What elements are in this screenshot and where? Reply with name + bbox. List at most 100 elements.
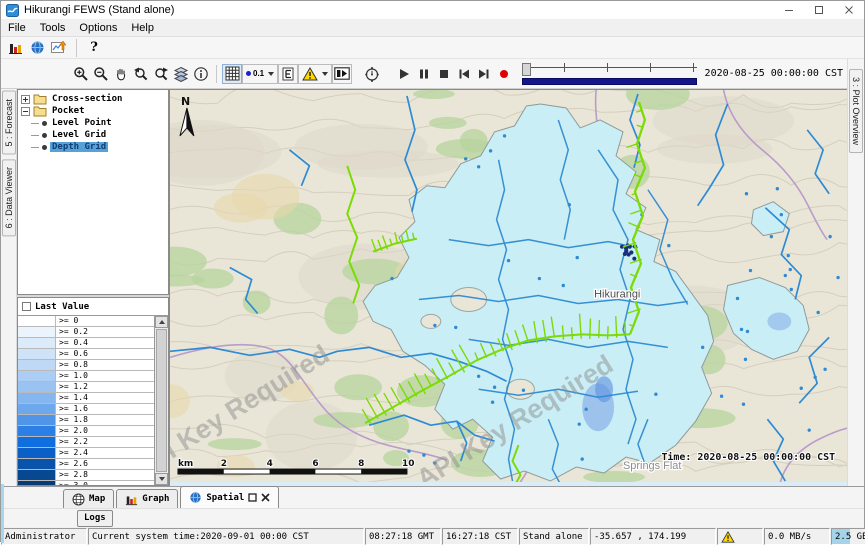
logs-button[interactable]: Logs	[77, 510, 113, 527]
help-icon[interactable]: ?	[84, 38, 104, 58]
legend-label: >= 2.6	[56, 459, 154, 469]
legend-swatch	[18, 426, 56, 436]
status-memory: 2.5 GB	[831, 528, 865, 545]
interval-value: 0.1	[253, 69, 264, 78]
close-tab-icon[interactable]	[261, 493, 270, 502]
scroll-up-button[interactable]	[155, 316, 168, 328]
legend-row: >= 0.2	[18, 327, 154, 338]
wireframe-globe-icon	[72, 493, 85, 506]
legend-row: >= 1.8	[18, 415, 154, 426]
zoom-previous-icon[interactable]	[131, 64, 151, 84]
pan-icon[interactable]	[111, 64, 131, 84]
grid-icon[interactable]	[222, 64, 242, 84]
window-edge-accent	[1, 484, 4, 543]
app-icon	[6, 4, 19, 17]
maximize-button[interactable]	[804, 1, 834, 19]
tab-map[interactable]: Map	[63, 489, 114, 508]
tab-data-viewer[interactable]: 6 : Data Viewer	[2, 159, 16, 236]
legend-swatch	[18, 349, 56, 359]
skip-start-icon[interactable]	[454, 64, 474, 84]
tab-graph[interactable]: Graph	[116, 489, 178, 508]
legend-row: >= 3.0	[18, 481, 154, 485]
record-icon[interactable]	[494, 64, 514, 84]
tab-graph-label: Graph	[142, 494, 169, 504]
layers-icon[interactable]	[171, 64, 191, 84]
tree-item-level-point[interactable]: Level Point	[20, 117, 168, 129]
time-slider-track[interactable]	[522, 63, 696, 76]
menu-tools[interactable]: Tools	[33, 21, 73, 35]
last-value-label: Last Value	[35, 302, 89, 312]
legend-scrollbar[interactable]	[154, 316, 168, 485]
tab-spatial[interactable]: Spatial	[180, 486, 279, 508]
timeseries-bars-icon[interactable]	[5, 38, 25, 58]
content-row: 0.1	[1, 59, 864, 486]
legend-label: >= 0.8	[56, 360, 154, 370]
time-slider[interactable]	[522, 63, 696, 85]
menu-bar: File Tools Options Help	[1, 19, 864, 37]
scale-tick: 8	[358, 459, 364, 469]
tree-item-depth-grid[interactable]: Depth Grid	[20, 141, 168, 153]
legend-label: >= 2.8	[56, 470, 154, 480]
maximize-tab-icon[interactable]	[248, 493, 257, 502]
tree-item-pocket[interactable]: Pocket	[20, 105, 168, 117]
status-network-speed: 0.0 MB/s	[764, 528, 830, 545]
skip-end-icon[interactable]	[474, 64, 494, 84]
interval-dot-icon	[246, 71, 251, 76]
animation-icon[interactable]	[332, 64, 352, 84]
legend-label: >= 3.0	[56, 481, 154, 485]
status-coordinates: -35.657 , 174.199	[590, 528, 716, 545]
scale-tick: 4	[267, 459, 273, 469]
minimize-button[interactable]	[774, 1, 804, 19]
map-canvas[interactable]: API Key Required API Key Required Hikura…	[170, 90, 847, 486]
pause-icon[interactable]	[414, 64, 434, 84]
zoom-next-icon[interactable]	[151, 64, 171, 84]
interval-dropdown[interactable]: 0.1	[242, 64, 278, 84]
menu-help[interactable]: Help	[124, 21, 161, 35]
checkbox-icon[interactable]	[22, 302, 31, 311]
timer-icon[interactable]	[362, 64, 382, 84]
map-view[interactable]: API Key Required API Key Required Hikura…	[169, 89, 847, 486]
tab-plot-overview[interactable]: 3 : Plot Overview	[849, 69, 863, 153]
tree-connector	[31, 147, 39, 148]
globe-icon[interactable]	[27, 38, 47, 58]
folder-icon	[33, 94, 47, 105]
status-gmt-time: 08:27:18 GMT	[365, 528, 441, 545]
scroll-down-button[interactable]	[155, 473, 168, 485]
time-period-bar	[522, 78, 696, 85]
left-panel: Cross-sectionPocketLevel PointLevel Grid…	[17, 89, 169, 486]
classifier-icon[interactable]	[278, 64, 298, 84]
zoom-out-icon[interactable]	[91, 64, 111, 84]
menu-options[interactable]: Options	[72, 21, 124, 35]
expander-icon[interactable]	[21, 107, 30, 116]
zoom-in-icon[interactable]	[71, 64, 91, 84]
legend-row: >= 2.2	[18, 437, 154, 448]
legend-row: >= 1.4	[18, 393, 154, 404]
legend-rows: >= 0>= 0.2>= 0.4>= 0.6>= 0.8>= 1.0>= 1.2…	[18, 316, 154, 485]
tree-item-level-grid[interactable]: Level Grid	[20, 129, 168, 141]
legend-label: >= 2.2	[56, 437, 154, 447]
scroll-thumb[interactable]	[156, 329, 167, 472]
tab-map-label: Map	[89, 494, 105, 504]
legend-swatch	[18, 448, 56, 458]
time-slider-thumb[interactable]	[522, 63, 531, 76]
stop-icon[interactable]	[434, 64, 454, 84]
warning-dropdown[interactable]	[298, 64, 332, 84]
bar-chart-icon	[125, 493, 138, 506]
timeseries-dialog-icon[interactable]	[49, 38, 69, 58]
menu-file[interactable]: File	[1, 21, 33, 35]
legend-label: >= 2.0	[56, 426, 154, 436]
status-system-time: Current system time:2020-09-01 00:00 CST	[88, 528, 364, 545]
play-icon[interactable]	[394, 64, 414, 84]
chevron-down-icon	[322, 72, 328, 76]
tab-forecast[interactable]: 5 : Forecast	[2, 91, 16, 155]
close-button[interactable]	[834, 1, 864, 19]
last-value-checkbox-row[interactable]: Last Value	[18, 298, 168, 315]
expander-icon[interactable]	[21, 95, 30, 104]
status-warning-cell[interactable]	[717, 528, 763, 545]
tree-item-label: Depth Grid	[50, 142, 108, 152]
legend-label: >= 1.6	[56, 404, 154, 414]
arrow-up-icon	[159, 320, 165, 324]
info-icon[interactable]	[191, 64, 211, 84]
legend-swatch	[18, 404, 56, 414]
tree-item-cross-section[interactable]: Cross-section	[20, 93, 168, 105]
